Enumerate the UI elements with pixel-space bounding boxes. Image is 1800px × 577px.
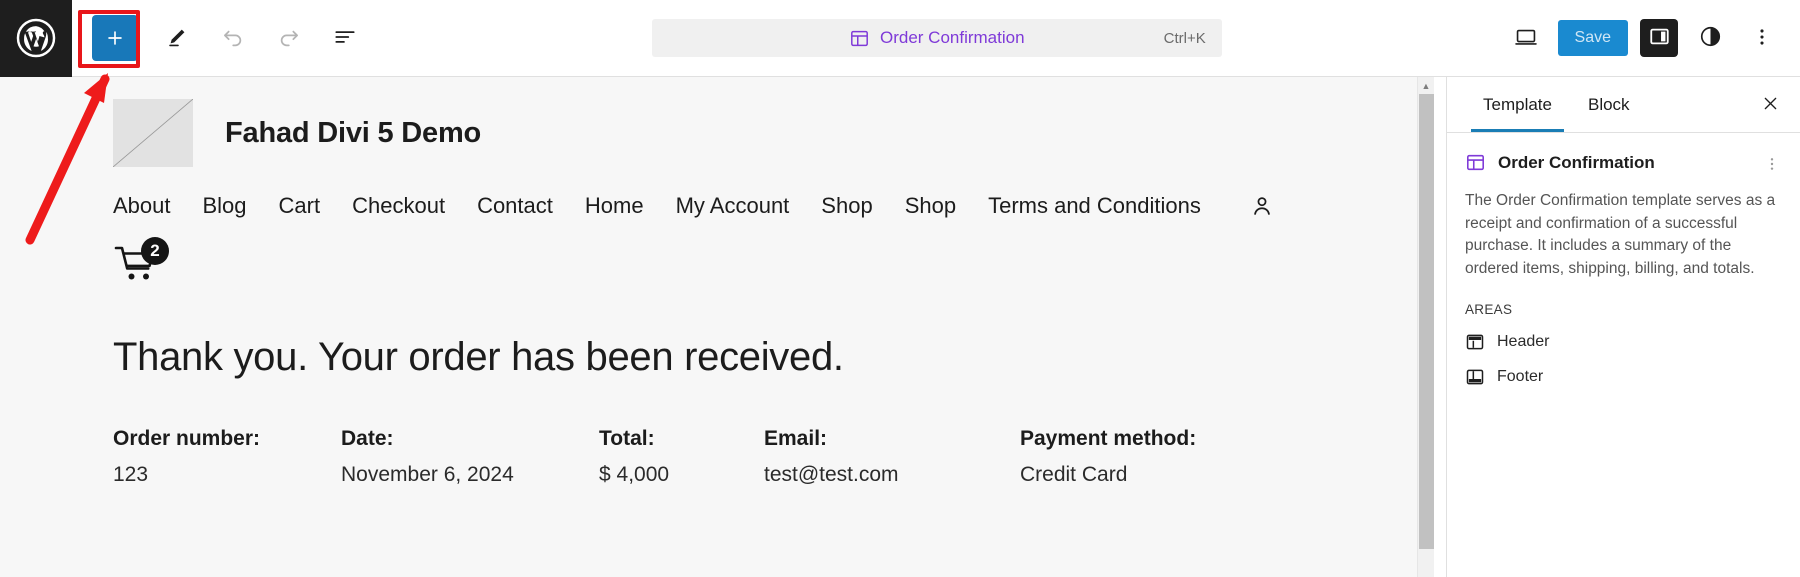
template-title-row: Order Confirmation [1447, 133, 1800, 173]
nav-item-blog[interactable]: Blog [203, 193, 247, 219]
areas-section-label: AREAS [1465, 302, 1513, 317]
template-icon [1465, 152, 1486, 173]
command-bar-title: Order Confirmation [879, 28, 1025, 47]
order-detail-value: 123 [113, 463, 149, 486]
order-detail-value: $ 4,000 [599, 463, 670, 486]
save-button[interactable]: Save [1557, 20, 1628, 56]
undo-icon [220, 24, 246, 53]
cart-icon[interactable]: 2 [113, 237, 169, 287]
template-description: The Order Confirmation template serves a… [1465, 192, 1776, 277]
kebab-menu-icon [1764, 156, 1780, 175]
wordpress-logo-icon [15, 17, 57, 59]
header-area-icon [1465, 332, 1485, 352]
scrollbar-thumb[interactable] [1419, 94, 1434, 549]
order-detail-label: Email: [764, 427, 828, 450]
settings-sidebar: Template Block Order Confirmation The Or… [1446, 77, 1800, 577]
order-detail-date: Date: November 6, 2024 [341, 427, 599, 487]
area-item-header[interactable]: Header [1447, 317, 1800, 352]
nav-item-contact[interactable]: Contact [477, 193, 553, 219]
nav-item-shop-2[interactable]: Shop [905, 193, 956, 219]
order-detail-label: Payment method: [1020, 427, 1197, 450]
footer-area-icon [1465, 367, 1485, 387]
wordpress-logo-button[interactable] [0, 0, 72, 77]
account-icon[interactable] [1249, 193, 1275, 219]
site-title: Fahad Divi 5 Demo [225, 116, 482, 149]
order-detail-label: Date: [341, 427, 394, 450]
tab-template[interactable]: Template [1465, 77, 1570, 132]
order-detail-order-number: Order number: 123 [113, 427, 341, 487]
nav-item-about[interactable]: About [113, 193, 171, 219]
redo-button[interactable] [266, 15, 312, 61]
close-icon [1761, 94, 1780, 116]
settings-sidebar-toggle-button[interactable] [1640, 19, 1678, 57]
area-label: Header [1497, 333, 1550, 350]
command-bar-content: Order Confirmation [666, 28, 1208, 49]
order-summary: Order number: 123 Date: November 6, 2024… [0, 380, 1434, 487]
list-view-icon [332, 24, 358, 53]
toolbar-right-group: Save [1506, 0, 1800, 77]
nav-item-cart[interactable]: Cart [279, 193, 321, 219]
sidebar-tabs: Template Block [1447, 77, 1800, 133]
nav-item-terms-and-conditions[interactable]: Terms and Conditions [988, 193, 1201, 219]
styles-button[interactable] [1690, 18, 1730, 58]
site-navigation: About Blog Cart Checkout Contact Home My… [0, 167, 1434, 219]
site-header: Fahad Divi 5 Demo [0, 77, 1434, 167]
toolbar-left-group [72, 0, 368, 77]
nav-item-checkout[interactable]: Checkout [352, 193, 445, 219]
view-device-button[interactable] [1506, 18, 1546, 58]
cart-row: 2 [0, 219, 1434, 287]
nav-item-shop-1[interactable]: Shop [821, 193, 872, 219]
order-detail-label: Total: [599, 427, 655, 450]
order-detail-value: November 6, 2024 [341, 463, 514, 486]
command-bar-shortcut: Ctrl+K [1163, 29, 1206, 47]
pencil-icon [165, 25, 189, 52]
more-options-button[interactable] [1742, 18, 1782, 58]
order-detail-value: Credit Card [1020, 463, 1128, 486]
cart-count-badge: 2 [141, 237, 169, 265]
redo-icon [276, 24, 302, 53]
order-detail-email: Email: test@test.com [764, 427, 1020, 487]
desktop-icon [1513, 24, 1539, 53]
tab-block[interactable]: Block [1570, 77, 1648, 132]
order-detail-label: Order number: [113, 427, 261, 450]
order-received-heading: Thank you. Your order has been received. [113, 335, 844, 379]
sidebar-panel-icon [1648, 25, 1671, 51]
canvas-scrollbar[interactable]: ▲ [1417, 77, 1434, 577]
contrast-circle-icon [1698, 24, 1723, 52]
template-icon [849, 28, 870, 49]
order-detail-value: test@test.com [764, 463, 899, 486]
order-detail-payment-method: Payment method: Credit Card [1020, 427, 1300, 487]
scrollbar-up-arrow-icon[interactable]: ▲ [1418, 77, 1434, 94]
editor-toolbar: Order Confirmation Ctrl+K Save [0, 0, 1800, 77]
area-label: Footer [1497, 368, 1544, 385]
add-block-wrapper [86, 9, 144, 67]
kebab-menu-icon [1751, 26, 1773, 51]
editor-canvas[interactable]: Fahad Divi 5 Demo About Blog Cart Checko… [0, 77, 1434, 577]
undo-button[interactable] [210, 15, 256, 61]
area-item-footer[interactable]: Footer [1447, 352, 1800, 387]
add-block-button[interactable] [92, 15, 138, 61]
nav-item-my-account[interactable]: My Account [676, 193, 790, 219]
wordpress-site-editor: Order Confirmation Ctrl+K Save Fahad Div… [0, 0, 1800, 577]
toolbar-center-group: Order Confirmation Ctrl+K [368, 19, 1506, 57]
site-logo-placeholder [113, 99, 193, 167]
template-actions-button[interactable] [1760, 153, 1784, 177]
edit-pencil-button[interactable] [154, 15, 200, 61]
document-overview-button[interactable] [322, 15, 368, 61]
order-detail-total: Total: $ 4,000 [599, 427, 764, 487]
close-sidebar-button[interactable] [1754, 89, 1786, 121]
template-name: Order Confirmation [1498, 152, 1655, 172]
command-bar[interactable]: Order Confirmation Ctrl+K [651, 19, 1222, 57]
nav-item-home[interactable]: Home [585, 193, 644, 219]
